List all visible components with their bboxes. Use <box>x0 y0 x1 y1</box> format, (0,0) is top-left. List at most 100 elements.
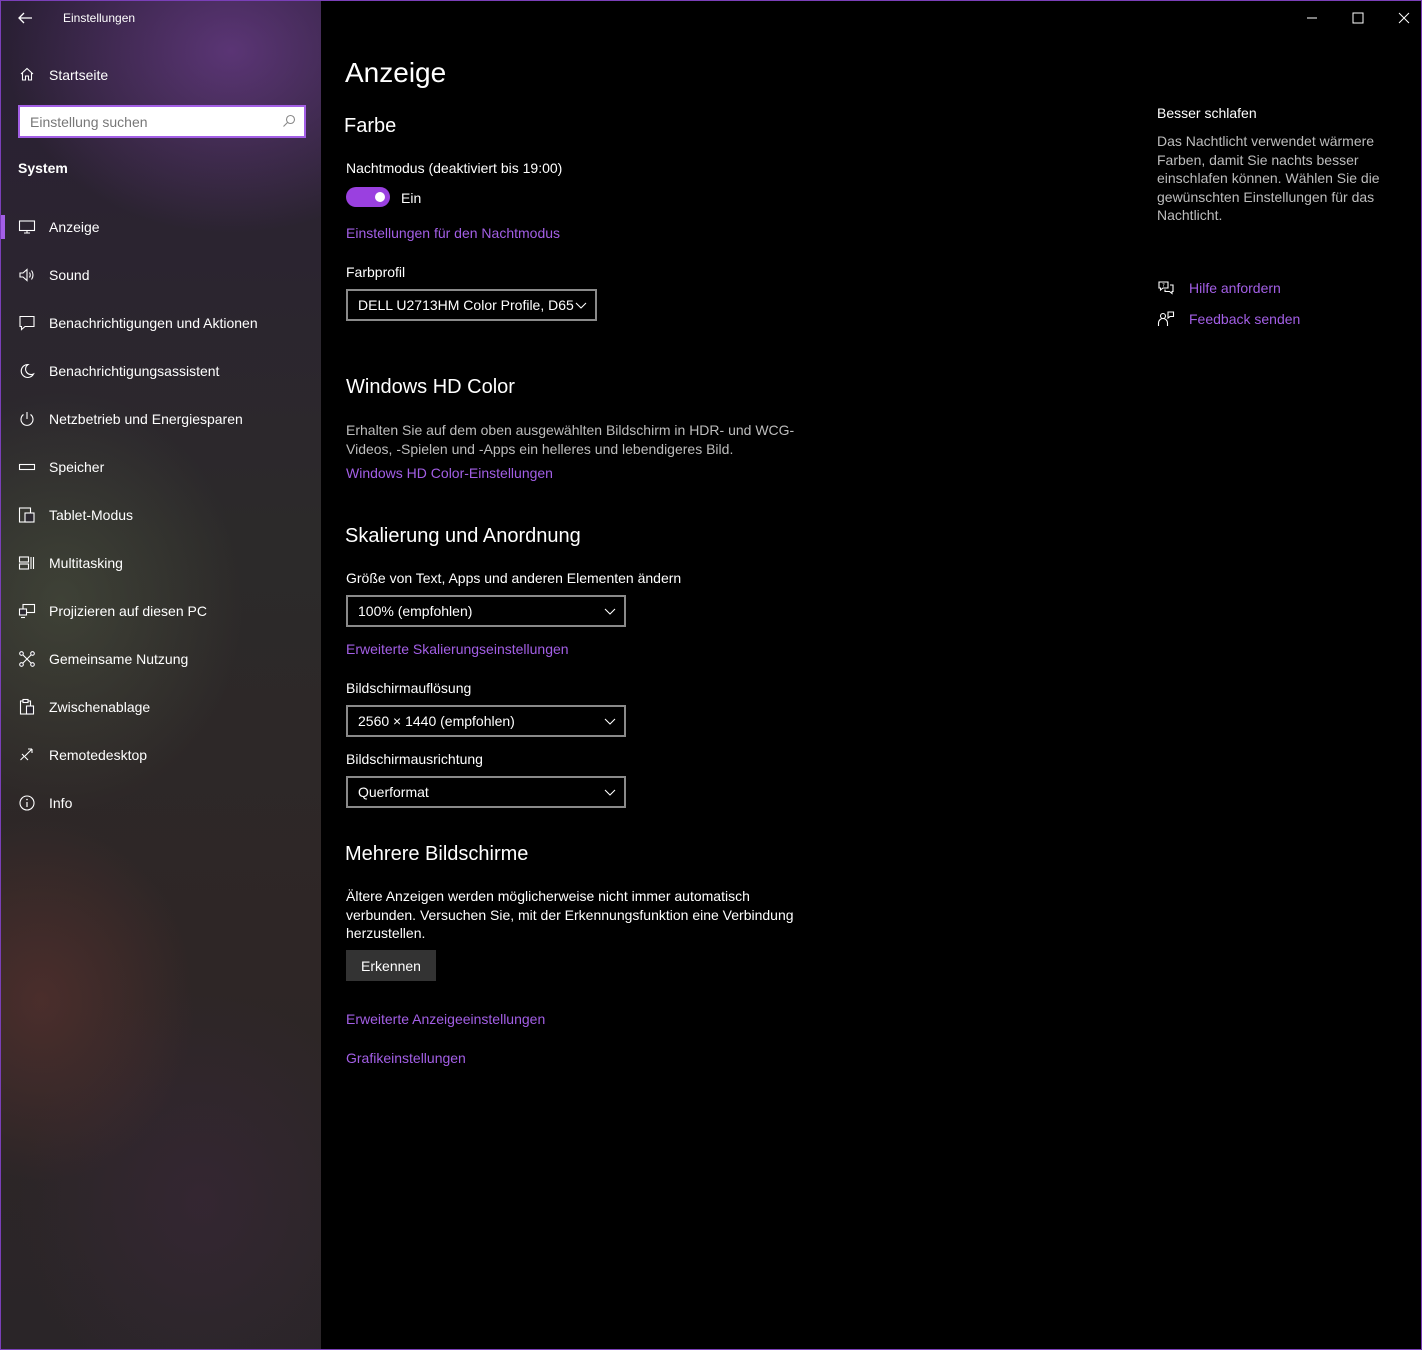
clipboard-icon <box>19 698 35 715</box>
help-chat-icon: ? <box>1158 281 1174 295</box>
chevron-down-icon <box>604 789 616 796</box>
settings-window: Einstellungen Startseite System Anzeige <box>0 0 1422 1350</box>
description-line: gewünschten Einstellungen für das <box>1157 188 1375 205</box>
hdr-settings-link[interactable]: Windows HD Color-Einstellungen <box>346 465 553 481</box>
chevron-down-icon <box>604 718 616 725</box>
multi-display-description: Ältere Anzeigen werden möglicherweise ni… <box>346 887 794 943</box>
color-profile-label: Farbprofil <box>346 264 406 280</box>
description-line: Nachtlicht. <box>1157 207 1223 223</box>
back-button[interactable] <box>13 7 37 29</box>
feedback-icon <box>1157 311 1175 326</box>
monitor-icon <box>18 220 36 234</box>
advanced-display-settings-link[interactable]: Erweiterte Anzeigeeinstellungen <box>346 1011 545 1027</box>
dropdown-value: 100% (empfohlen) <box>358 603 473 619</box>
dropdown-value: Querformat <box>358 784 429 800</box>
sidebar-item-benachrichtigungsassistent[interactable]: Benachrichtigungsassistent <box>1 347 321 395</box>
help-link[interactable]: ? Hilfe anfordern <box>1157 277 1377 299</box>
sidebar-item-label: Anzeige <box>49 219 100 235</box>
resolution-label: Bildschirmauflösung <box>346 680 472 696</box>
description-line: Das Nachtlicht verwendet wärmere <box>1157 133 1375 149</box>
moon-icon <box>20 363 35 378</box>
home-icon <box>20 67 34 81</box>
aside-description: Das Nachtlicht verwendet wärmere Farben,… <box>1157 132 1387 225</box>
description-line: Ältere Anzeigen werden möglicherweise ni… <box>346 888 750 904</box>
share-icon <box>19 651 35 667</box>
sidebar-item-label: Info <box>49 795 73 811</box>
project-icon <box>18 603 36 619</box>
section-heading-hdr: Windows HD Color <box>346 376 515 398</box>
minimize-button[interactable] <box>1303 9 1321 27</box>
feedback-link[interactable]: Feedback senden <box>1157 308 1377 330</box>
sidebar-item-label: Gemeinsame Nutzung <box>49 651 189 667</box>
sidebar-item-home[interactable]: Startseite <box>1 59 321 91</box>
sidebar-item-label: Speicher <box>49 459 105 475</box>
section-heading-skalierung: Skalierung und Anordnung <box>345 525 581 547</box>
multitasking-icon <box>18 556 35 570</box>
section-heading-mehrere-bildschirme: Mehrere Bildschirme <box>345 843 529 865</box>
description-line: einschlafen können. Wählen Sie die <box>1157 170 1380 186</box>
sidebar-item-info[interactable]: Info <box>1 779 321 827</box>
minimize-icon <box>1307 17 1317 19</box>
power-icon <box>20 412 34 426</box>
title-bar: Einstellungen <box>1 1 321 35</box>
section-heading-farbe: Farbe <box>344 115 397 137</box>
section-label: System <box>18 160 68 176</box>
sidebar-item-label: Netzbetrieb und Energiesparen <box>49 411 243 427</box>
sidebar-item-speicher[interactable]: Speicher <box>1 443 321 491</box>
chevron-down-icon <box>575 302 587 309</box>
speaker-icon <box>19 268 34 282</box>
dropdown-value: 2560 × 1440 (empfohlen) <box>358 713 515 729</box>
tablet-icon <box>18 507 35 523</box>
sidebar-item-sound[interactable]: Sound <box>1 251 321 299</box>
search-icon[interactable] <box>282 114 296 128</box>
sidebar-item-label: Tablet-Modus <box>49 507 134 523</box>
advanced-scaling-link[interactable]: Erweiterte Skalierungseinstellungen <box>346 641 569 657</box>
description-line: Videos, -Spielen und -Apps ein helleres … <box>346 440 734 457</box>
feedback-link-label: Feedback senden <box>1189 311 1301 327</box>
sidebar-item-energie[interactable]: Netzbetrieb und Energiesparen <box>1 395 321 443</box>
sidebar-item-remotedesktop[interactable]: Remotedesktop <box>1 731 321 779</box>
description-line: herzustellen. <box>346 925 426 941</box>
sidebar-item-projizieren[interactable]: Projizieren auf diesen PC <box>1 587 321 635</box>
close-button[interactable] <box>1395 9 1413 27</box>
svg-text:?: ? <box>1162 283 1165 289</box>
description-line: Farben, damit Sie nachts besser <box>1157 151 1359 168</box>
maximize-icon <box>1352 12 1364 24</box>
sidebar-nav: Anzeige Sound Benachrichtigungen und Akt… <box>1 203 321 827</box>
maximize-button[interactable] <box>1349 9 1367 27</box>
search-box[interactable] <box>18 105 306 138</box>
sidebar-item-gemeinsame-nutzung[interactable]: Gemeinsame Nutzung <box>1 635 321 683</box>
sidebar-item-label: Benachrichtigungen und Aktionen <box>49 315 258 331</box>
window-controls <box>1281 1 1421 35</box>
aside-title: Besser schlafen <box>1157 105 1257 121</box>
graphics-settings-link[interactable]: Grafikeinstellungen <box>346 1050 466 1066</box>
color-profile-dropdown[interactable]: DELL U2713HM Color Profile, D65 <box>346 289 597 321</box>
description-line: verbunden. Versuchen Sie, mit der Erkenn… <box>346 906 794 923</box>
app-title: Einstellungen <box>63 11 136 25</box>
help-link-label: Hilfe anfordern <box>1189 280 1281 296</box>
resolution-dropdown[interactable]: 2560 × 1440 (empfohlen) <box>346 705 626 737</box>
night-mode-toggle[interactable] <box>346 187 390 207</box>
chevron-down-icon <box>604 608 616 615</box>
sidebar-item-benachrichtigungen[interactable]: Benachrichtigungen und Aktionen <box>1 299 321 347</box>
sidebar-item-label: Zwischenablage <box>49 699 151 715</box>
page-title: Anzeige <box>345 57 447 88</box>
sidebar-item-zwischenablage[interactable]: Zwischenablage <box>1 683 321 731</box>
night-mode-settings-link[interactable]: Einstellungen für den Nachtmodus <box>346 225 560 241</box>
orientation-label: Bildschirmausrichtung <box>346 751 483 767</box>
sidebar-item-label: Multitasking <box>49 555 123 571</box>
sidebar-item-multitasking[interactable]: Multitasking <box>1 539 321 587</box>
search-input[interactable] <box>30 112 280 132</box>
sidebar-item-tablet[interactable]: Tablet-Modus <box>1 491 321 539</box>
sidebar-item-label: Sound <box>49 267 90 283</box>
dropdown-value: DELL U2713HM Color Profile, D65 <box>358 297 574 313</box>
hdr-description: Erhalten Sie auf dem oben ausgewählten B… <box>346 421 794 458</box>
scale-dropdown[interactable]: 100% (empfohlen) <box>346 595 626 627</box>
main-content: Anzeige Farbe Nachtmodus (deaktiviert bi… <box>321 1 1421 1349</box>
sidebar: Einstellungen Startseite System Anzeige <box>1 1 321 1349</box>
orientation-dropdown[interactable]: Querformat <box>346 776 626 808</box>
detect-button[interactable]: Erkennen <box>346 950 436 981</box>
scale-label: Größe von Text, Apps und anderen Element… <box>346 570 682 586</box>
sidebar-item-anzeige[interactable]: Anzeige <box>1 203 321 251</box>
storage-icon <box>18 463 36 471</box>
